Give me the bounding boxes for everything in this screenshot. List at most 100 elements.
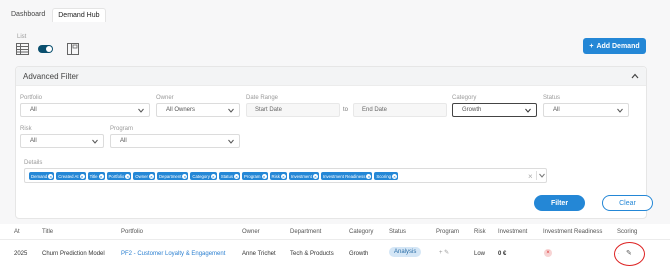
- column-header[interactable]: Risk: [474, 229, 486, 235]
- column-header[interactable]: Owner: [242, 229, 260, 235]
- tab-demand-hub[interactable]: Demand Hub: [52, 8, 106, 22]
- remove-chip-icon[interactable]: ×: [98, 173, 104, 179]
- detail-chip: Title ×: [87, 172, 105, 180]
- cell-category: Growth: [349, 251, 369, 257]
- remove-chip-icon[interactable]: ×: [234, 173, 240, 179]
- column-header[interactable]: Portfolio: [121, 229, 143, 235]
- start-date-input[interactable]: Start Date: [246, 103, 340, 117]
- category-label: Category: [452, 95, 477, 101]
- header-divider: [0, 239, 670, 240]
- owner-select[interactable]: All Owners: [156, 103, 240, 117]
- toggle-knob: [46, 46, 52, 52]
- detail-chip: Investment Readiness ×: [320, 172, 373, 180]
- tab-dashboard[interactable]: Dashboard: [6, 8, 50, 22]
- detail-chip: Portfolio ×: [106, 172, 132, 180]
- date-range-label: Date Range: [246, 95, 279, 101]
- column-header[interactable]: Investment Readiness: [543, 229, 602, 235]
- detail-chip: Department ×: [156, 172, 189, 180]
- details-multiselect[interactable]: Demand × Created At × Title × Portfolio × Owner ×…: [24, 168, 547, 183]
- view-toggle[interactable]: [38, 45, 53, 53]
- end-date-placeholder: End Date: [362, 107, 388, 113]
- detail-chip-label: Category: [192, 173, 210, 179]
- remove-chip-icon[interactable]: ×: [392, 173, 397, 179]
- remove-chip-icon[interactable]: ×: [79, 173, 85, 179]
- detail-chip-label: Owner: [135, 173, 148, 179]
- detail-chip: Status ×: [218, 172, 241, 180]
- detail-chip-label: Program: [244, 173, 261, 179]
- column-header[interactable]: Scoring: [617, 229, 637, 235]
- detail-chip-label: Investment: [290, 173, 312, 179]
- chevron-down-icon: [617, 108, 623, 113]
- status-label: Status: [543, 95, 561, 101]
- list-view-icon[interactable]: [16, 43, 29, 55]
- chevron-down-icon: [138, 108, 144, 113]
- detail-chip-label: Investment Readiness: [322, 173, 366, 179]
- detail-chip: Scoring ×: [374, 172, 398, 180]
- chevron-up-icon[interactable]: [631, 72, 639, 80]
- clear-selection-icon[interactable]: ×: [528, 172, 533, 181]
- add-demand-label: Add Demand: [596, 42, 640, 50]
- remove-chip-icon[interactable]: ×: [210, 173, 216, 179]
- advanced-filter-panel: Advanced Filter Portfolio All Owner All …: [15, 66, 653, 219]
- date-to-label: to: [343, 107, 349, 113]
- board-view-icon[interactable]: [67, 43, 80, 55]
- remove-chip-icon[interactable]: ×: [125, 173, 131, 179]
- start-date-placeholder: Start Date: [255, 107, 283, 113]
- chevron-down-icon[interactable]: [539, 173, 545, 178]
- owner-value: All Owners: [166, 107, 196, 113]
- cell-risk: Low: [474, 251, 486, 257]
- cell-investment: 0 €: [498, 251, 507, 257]
- column-header[interactable]: Title: [42, 229, 53, 235]
- status-select[interactable]: All: [543, 103, 629, 117]
- cell-owner: Anne Trichet: [242, 251, 276, 257]
- filter-title: Advanced Filter: [23, 72, 79, 81]
- cell-department: Tech & Products: [290, 251, 334, 257]
- remove-chip-icon[interactable]: ×: [182, 173, 188, 179]
- status-badge: Analysis: [389, 247, 422, 257]
- cell-portfolio-link[interactable]: PF2 - Customer Loyalty & Engagement: [121, 251, 225, 257]
- details-label: Details: [24, 160, 43, 166]
- risk-value: All: [30, 138, 37, 144]
- remove-chip-icon[interactable]: ×: [261, 173, 267, 179]
- detail-chip: Demand ×: [29, 172, 55, 180]
- clear-button[interactable]: Clear: [602, 195, 653, 211]
- filter-header[interactable]: Advanced Filter: [16, 67, 646, 86]
- plus-icon: +: [589, 42, 594, 50]
- portfolio-value: All: [30, 107, 37, 113]
- cell-title[interactable]: Churn Prediction Model: [42, 251, 105, 257]
- chevron-down-icon: [228, 108, 234, 113]
- column-header[interactable]: Status: [389, 229, 406, 235]
- column-header[interactable]: Investment: [498, 229, 527, 235]
- program-edit-icon[interactable]: + ✎: [439, 249, 449, 256]
- column-header[interactable]: Department: [290, 229, 321, 235]
- column-header[interactable]: At: [14, 229, 20, 235]
- category-value: Growth: [462, 107, 482, 113]
- owner-label: Owner: [156, 95, 174, 101]
- details-chips: Demand × Created At × Title × Portfolio × Owner ×…: [29, 172, 398, 180]
- remove-chip-icon[interactable]: ×: [48, 173, 54, 179]
- filter-button[interactable]: Filter: [534, 195, 585, 211]
- detail-chip-label: Demand: [31, 173, 48, 179]
- cell-date: 2025: [14, 251, 28, 257]
- portfolio-select[interactable]: All: [20, 103, 150, 117]
- remove-chip-icon[interactable]: ×: [280, 173, 286, 179]
- program-select[interactable]: All: [110, 134, 240, 148]
- remove-chip-icon[interactable]: ×: [148, 173, 154, 179]
- category-select[interactable]: Growth: [452, 103, 537, 117]
- remove-chip-icon[interactable]: ×: [312, 173, 318, 179]
- risk-select[interactable]: All: [20, 134, 104, 148]
- remove-chip-icon[interactable]: ×: [366, 173, 372, 179]
- risk-label: Risk: [20, 126, 32, 132]
- detail-chip-label: Department: [158, 173, 182, 179]
- chevron-down-icon: [92, 139, 98, 144]
- detail-chip: Investment ×: [288, 172, 319, 180]
- add-demand-button[interactable]: + Add Demand: [583, 38, 646, 54]
- column-header[interactable]: Category: [349, 229, 373, 235]
- detail-chip-label: Scoring: [376, 173, 391, 179]
- detail-chip: Category ×: [190, 172, 217, 180]
- end-date-input[interactable]: End Date: [353, 103, 447, 117]
- view-label: List: [17, 34, 27, 40]
- details-divider: [536, 171, 537, 180]
- detail-chip: Risk ×: [269, 172, 287, 180]
- column-header[interactable]: Program: [436, 229, 459, 235]
